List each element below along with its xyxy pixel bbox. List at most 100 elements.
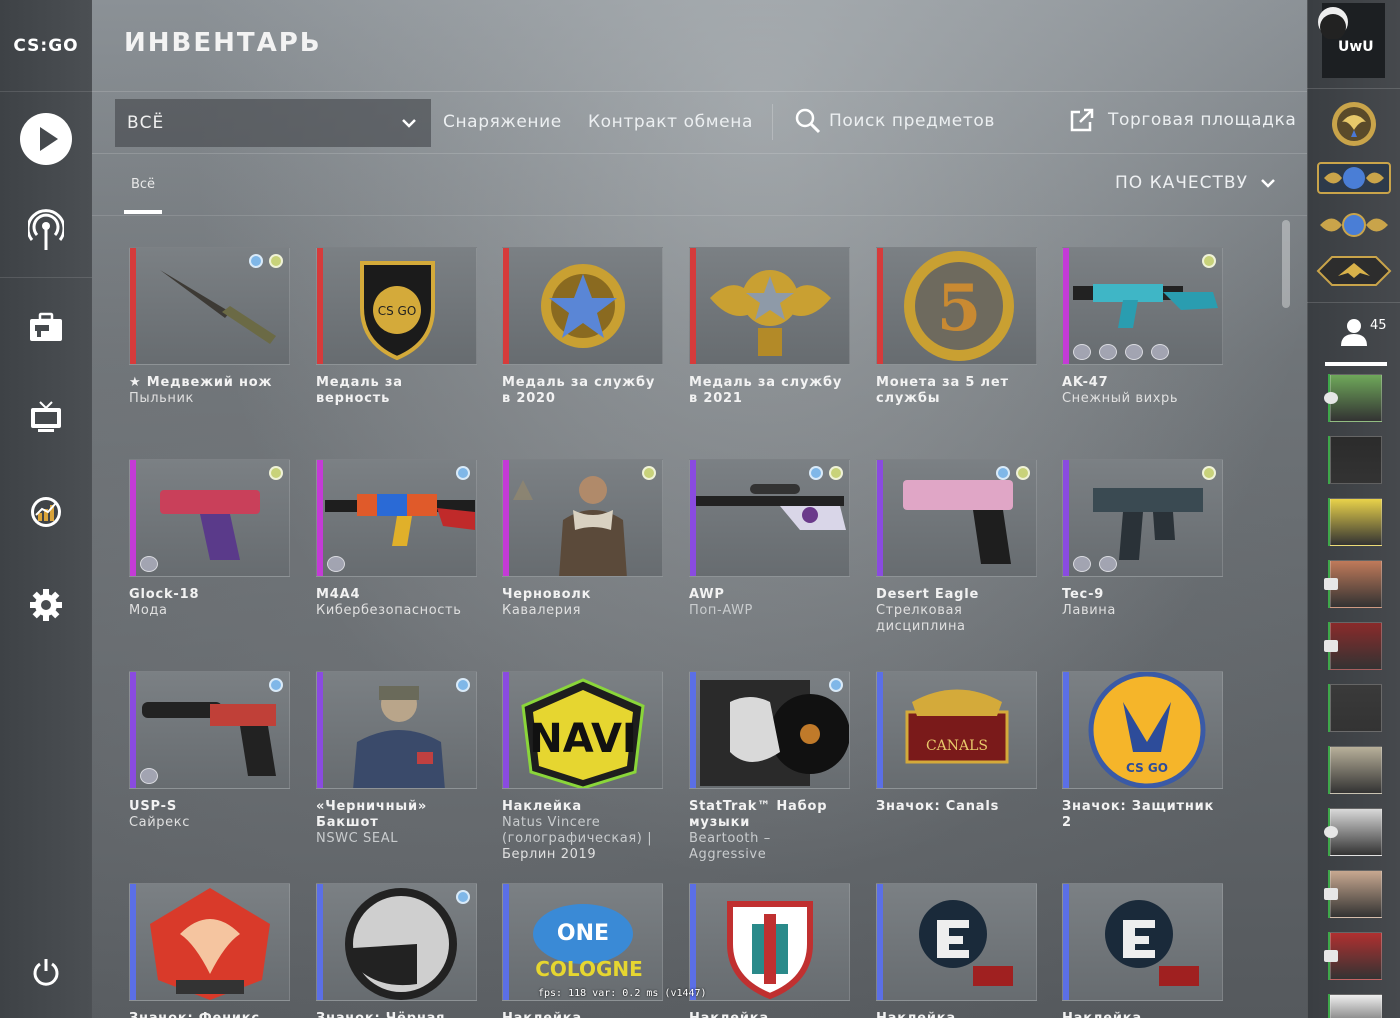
- globe-rank-icon: [1317, 162, 1391, 194]
- in-game-icon: [1324, 826, 1338, 838]
- svg-text:COLOGNE: COLOGNE: [535, 957, 643, 981]
- item-name: Наклейка: [689, 1011, 850, 1018]
- friends-tab[interactable]: 45: [1340, 318, 1387, 346]
- inventory-item[interactable]: M4A4 Кибербезопасность: [316, 459, 477, 619]
- inventory-item[interactable]: ★ Медвежий нож Пыльник: [129, 247, 290, 407]
- friend-avatar[interactable]: [1330, 994, 1382, 1018]
- equipped-indicator-icon: [1202, 254, 1216, 268]
- inventory-item[interactable]: Значок: Чёрная Меза: [316, 883, 477, 1018]
- item-thumbnail: [129, 459, 290, 577]
- item-subtitle: Кавалерия: [502, 603, 582, 618]
- music-image: [700, 680, 849, 786]
- stats-nav-button[interactable]: [0, 490, 92, 534]
- watch-nav-button[interactable]: [0, 395, 92, 439]
- right-divider: [1307, 302, 1400, 303]
- inventory-item[interactable]: Наклейка: [689, 883, 850, 1018]
- inventory-item[interactable]: Черноволк Кавалерия: [502, 459, 663, 619]
- quit-button[interactable]: [0, 950, 92, 994]
- market-label: Торговая площадка: [1108, 110, 1297, 130]
- item-name: Наклейка: [1062, 1011, 1223, 1018]
- friends-count: 45: [1370, 318, 1387, 333]
- item-thumbnail: ONE COLOGNE: [502, 883, 663, 1001]
- sort-dropdown[interactable]: ПО КАЧЕСТВУ: [1115, 173, 1276, 193]
- inventory-item[interactable]: Медаль за службу в 2021: [689, 247, 850, 407]
- equipped-indicator-icon: [456, 890, 470, 904]
- inventory-item[interactable]: CS GO Значок: Защитник 2: [1062, 671, 1223, 831]
- inventory-item[interactable]: CANALS Значок: Canals: [876, 671, 1037, 815]
- inventory-item[interactable]: NAVI Наклейка Natus Vincere (голографическа…: [502, 671, 663, 863]
- item-subtitle: Natus Vincere: [502, 815, 601, 830]
- csgo-logo[interactable]: CS:GO: [0, 0, 92, 92]
- item-thumbnail: [689, 671, 850, 789]
- equipment-tab[interactable]: Снаряжение: [443, 112, 562, 132]
- inventory-item[interactable]: StatTrak™ Набор музыки Beartooth – Aggress…: [689, 671, 850, 863]
- friend-avatar[interactable]: [1330, 498, 1382, 546]
- svg-text:NAVI: NAVI: [529, 716, 637, 762]
- inventory-item[interactable]: Медаль за службу в 2020: [502, 247, 663, 407]
- inventory-item[interactable]: Наклейка: [876, 883, 1037, 1018]
- inventory-item[interactable]: Glock-18 Мода: [129, 459, 290, 619]
- avatar: [1318, 7, 1348, 39]
- inventory-item[interactable]: «Черничный» Бакшот NSWC SEAL: [316, 671, 477, 847]
- play-button[interactable]: [0, 108, 92, 170]
- inventory-item[interactable]: Tec-9 Лавина: [1062, 459, 1223, 619]
- in-game-icon: [1324, 392, 1338, 404]
- equipped-indicator-icon: [996, 466, 1010, 480]
- inventory-item[interactable]: Значок: Феникс: [129, 883, 290, 1018]
- rarity-bar: [317, 672, 323, 788]
- equipped-indicator-icon: [249, 254, 263, 268]
- market-link[interactable]: Торговая площадка: [1070, 108, 1296, 132]
- category-filter-dropdown[interactable]: ВСЁ: [115, 99, 431, 147]
- canals-image: CANALS: [905, 689, 1009, 764]
- inventory-item[interactable]: Наклейка: [1062, 883, 1223, 1018]
- friend-avatar[interactable]: [1330, 746, 1382, 794]
- item-thumbnail: [876, 883, 1037, 1001]
- equipped-indicator-icon: [809, 466, 823, 480]
- profile-rank-badge[interactable]: [1314, 253, 1394, 289]
- briefcase-icon: [30, 312, 62, 341]
- inventory-item[interactable]: Desert Eagle Стрелковая дисциплина: [876, 459, 1037, 635]
- item-thumbnail: [502, 459, 663, 577]
- rarity-bar: [503, 672, 509, 788]
- agent2-image: [353, 686, 445, 788]
- inventory-item[interactable]: 5 Монета за 5 лет службы: [876, 247, 1037, 407]
- rarity-bar: [877, 248, 883, 364]
- rarity-bar: [130, 248, 136, 364]
- page-title: ИНВЕНТАРЬ: [124, 28, 322, 58]
- defender-image: CS GO: [1088, 672, 1206, 788]
- inventory-item[interactable]: USP-S Сайрекс: [129, 671, 290, 831]
- item-name: StatTrak™ Набор музыки: [689, 799, 828, 830]
- danger-zone-rank-badge[interactable]: [1314, 207, 1394, 243]
- rank-badge[interactable]: [1314, 100, 1394, 148]
- settings-nav-button[interactable]: [0, 583, 92, 627]
- profile-card[interactable]: UwU: [1318, 3, 1385, 78]
- item-thumbnail: [316, 459, 477, 577]
- rarity-bar: [503, 884, 509, 1000]
- equipped-indicator-icon: [829, 678, 843, 692]
- item-thumbnail: [876, 459, 1037, 577]
- rarity-bar: [503, 460, 509, 576]
- wingman-rank-badge[interactable]: [1314, 160, 1394, 196]
- search-label: Поиск предметов: [829, 111, 995, 131]
- friend-avatar[interactable]: [1330, 684, 1382, 732]
- search-items-button[interactable]: Поиск предметов: [795, 108, 995, 134]
- rarity-bar: [130, 672, 136, 788]
- active-tab-indicator: [124, 210, 162, 214]
- inventory-nav-button[interactable]: [0, 305, 92, 349]
- item-name: ★ Медвежий нож: [129, 375, 273, 390]
- inventory-item[interactable]: AWP Поп-AWP: [689, 459, 850, 619]
- stats-icon: [31, 497, 61, 527]
- rarity-bar: [503, 248, 509, 364]
- rarity-bar: [1063, 460, 1069, 576]
- inventory-item[interactable]: CS GO Медаль за верность: [316, 247, 477, 407]
- rarity-bar: [1063, 672, 1069, 788]
- tab-all[interactable]: Всё: [124, 177, 162, 192]
- inventory-item[interactable]: AK-47 Снежный вихрь: [1062, 247, 1223, 407]
- phoenix-image: [150, 888, 270, 1000]
- fps-overlay: fps: 118 var: 0.2 ms (v1447): [538, 988, 707, 999]
- watch-broadcast-button[interactable]: [0, 205, 92, 255]
- friend-avatar[interactable]: [1330, 436, 1382, 484]
- item-thumbnail: [129, 671, 290, 789]
- trade-contract-tab[interactable]: Контракт обмена: [588, 112, 753, 132]
- inventory-scrollbar[interactable]: [1282, 220, 1290, 308]
